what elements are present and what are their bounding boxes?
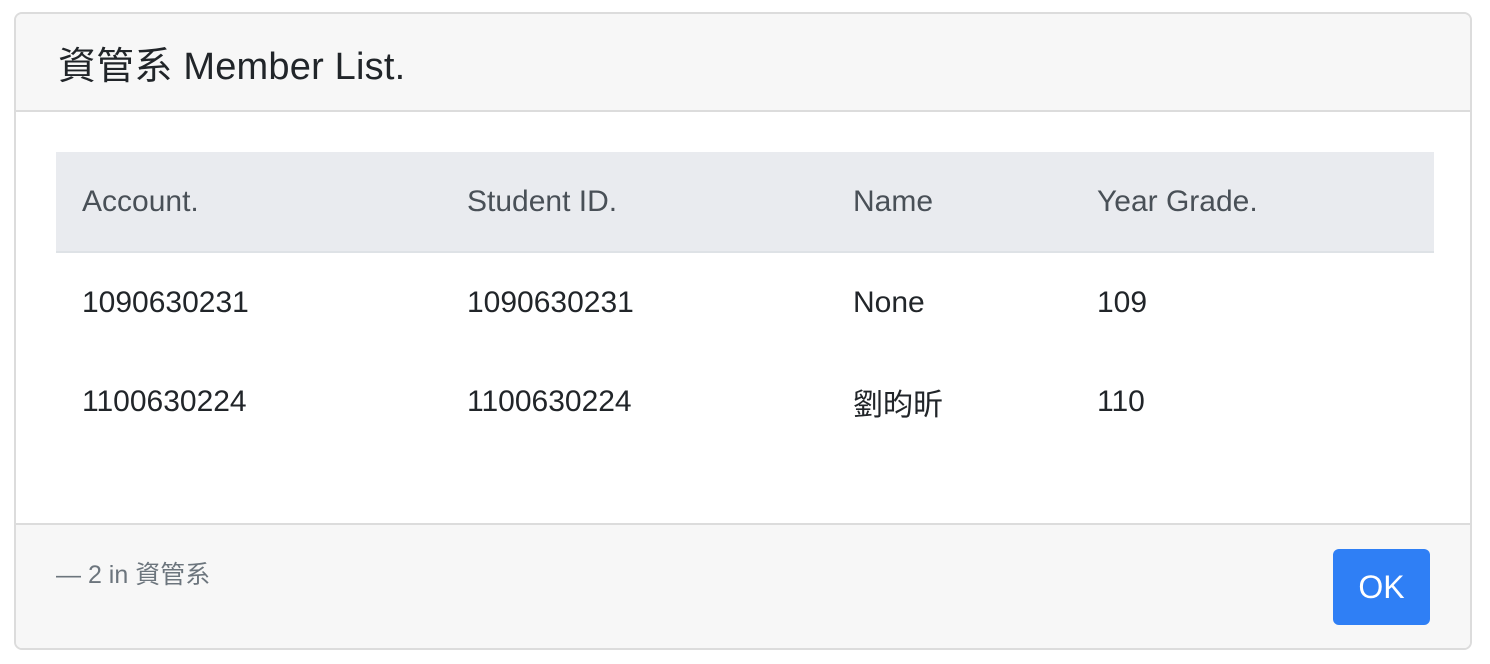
modal-body: Account. Student ID. Name Year Grade. 10… <box>16 112 1470 525</box>
member-list-modal: 資管系 Member List. Account. Student ID. Na… <box>14 12 1472 650</box>
member-count-note: — 2 in 資管系 <box>56 561 211 589</box>
modal-title: 資管系 Member List. <box>58 45 406 88</box>
table-body: 1090630231 1090630231 None 109 110063022… <box>56 252 1434 452</box>
cell-year-grade: 109 <box>1097 285 1148 319</box>
table-row: 1090630231 1090630231 None 109 <box>56 252 1434 352</box>
column-header-name: Name <box>827 152 1071 253</box>
cell-name: 劉昀昕 <box>853 389 943 422</box>
ok-button[interactable]: OK <box>1333 549 1430 625</box>
cell-account: 1100630224 <box>82 385 247 418</box>
cell-name: None <box>853 285 925 319</box>
member-table: Account. Student ID. Name Year Grade. 10… <box>56 152 1434 452</box>
cell-student-id: 1100630224 <box>467 385 632 418</box>
cell-student-id: 1090630231 <box>467 285 634 319</box>
cell-account: 1090630231 <box>82 285 249 319</box>
modal-footer: — 2 in 資管系 OK <box>16 523 1470 648</box>
table-header-row: Account. Student ID. Name Year Grade. <box>56 152 1434 253</box>
table-header: Account. Student ID. Name Year Grade. <box>56 152 1434 253</box>
column-header-account: Account. <box>56 152 441 253</box>
cell-year-grade: 110 <box>1097 385 1145 418</box>
table-row: 1100630224 1100630224 劉昀昕 110 <box>56 352 1434 452</box>
column-header-student-id: Student ID. <box>441 152 827 253</box>
modal-header: 資管系 Member List. <box>16 14 1470 112</box>
column-header-year-grade: Year Grade. <box>1071 152 1434 253</box>
